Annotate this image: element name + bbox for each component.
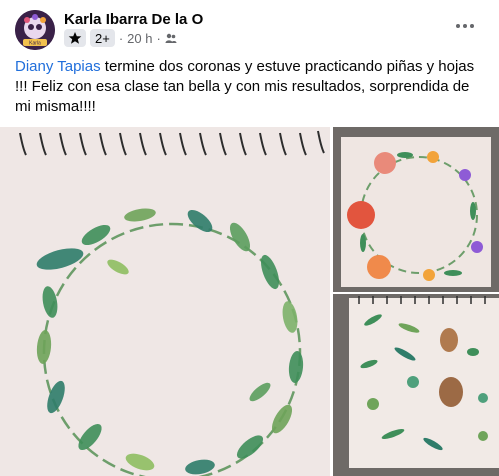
author-avatar[interactable]: Karla [15,10,55,50]
photo-leaves-pinecones[interactable] [333,294,499,476]
avatar-label: Karla [29,41,41,47]
post-meta: 2+ · 20 h · [64,29,177,47]
more-dot [470,24,474,28]
post-header: Karla Karla Ibarra De la O 2+ · 20 h · [0,0,499,52]
friends-privacy-icon[interactable] [165,32,177,44]
more-dot [463,24,467,28]
friend-count-badge[interactable]: 2+ [90,29,115,47]
floral-wreath-painting [333,127,499,292]
more-options-button[interactable] [452,13,478,39]
meta-separator: · [118,30,124,46]
star-icon [68,32,82,44]
more-horizontal-icon [456,24,460,28]
photo-leaf-wreath[interactable] [0,127,330,476]
star-badge[interactable] [64,29,86,47]
photo-grid [0,127,499,476]
leaf-wreath-painting [0,127,330,476]
author-name[interactable]: Karla Ibarra De la O [64,11,203,28]
meta-separator-2: · [156,30,161,46]
photo-floral-wreath[interactable] [333,127,499,292]
post-time[interactable]: 20 h [127,31,152,46]
leaves-pinecones-painting [333,294,499,476]
skull-avatar-icon: Karla [15,10,55,50]
post-text: Diany Tapias termine dos coronas y estuv… [15,57,487,117]
mention-link[interactable]: Diany Tapias [15,58,101,75]
